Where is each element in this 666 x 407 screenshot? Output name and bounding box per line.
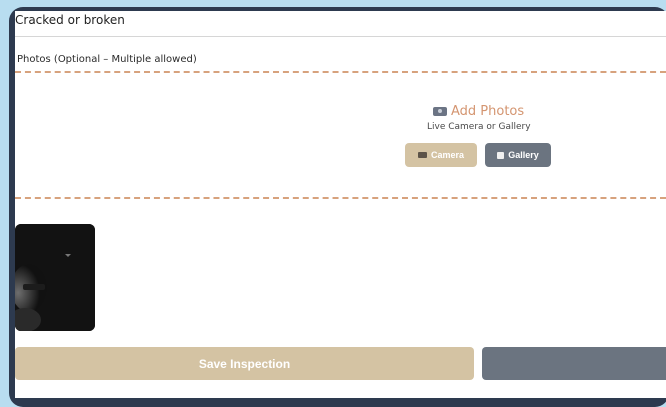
gallery-button[interactable]: Gallery [485, 143, 551, 167]
dropzone-top-border [15, 71, 666, 73]
inspection-form: Cracked or broken Photos (Optional – Mul… [15, 11, 666, 398]
gallery-button-label: Gallery [508, 150, 539, 160]
camera-icon [433, 107, 447, 116]
camera-icon [417, 152, 427, 158]
photo-thumbnail[interactable] [15, 224, 95, 331]
gallery-icon [497, 151, 505, 159]
photos-field-label: Photos (Optional – Multiple allowed) [17, 54, 197, 65]
divider [15, 36, 666, 37]
add-photos-subtitle: Live Camera or Gallery [427, 122, 531, 132]
add-photos-heading: Add Photos [433, 104, 524, 119]
camera-button-label: Camera [430, 150, 465, 160]
condition-option-text[interactable]: Cracked or broken [15, 13, 125, 27]
camera-button[interactable]: Camera [405, 143, 477, 167]
save-inspection-button[interactable]: Save Inspection [15, 347, 474, 380]
photo-image [15, 224, 95, 331]
dropzone-bottom-border [15, 197, 666, 199]
add-photos-title: Add Photos [451, 104, 525, 119]
secondary-action-button[interactable] [482, 347, 666, 380]
